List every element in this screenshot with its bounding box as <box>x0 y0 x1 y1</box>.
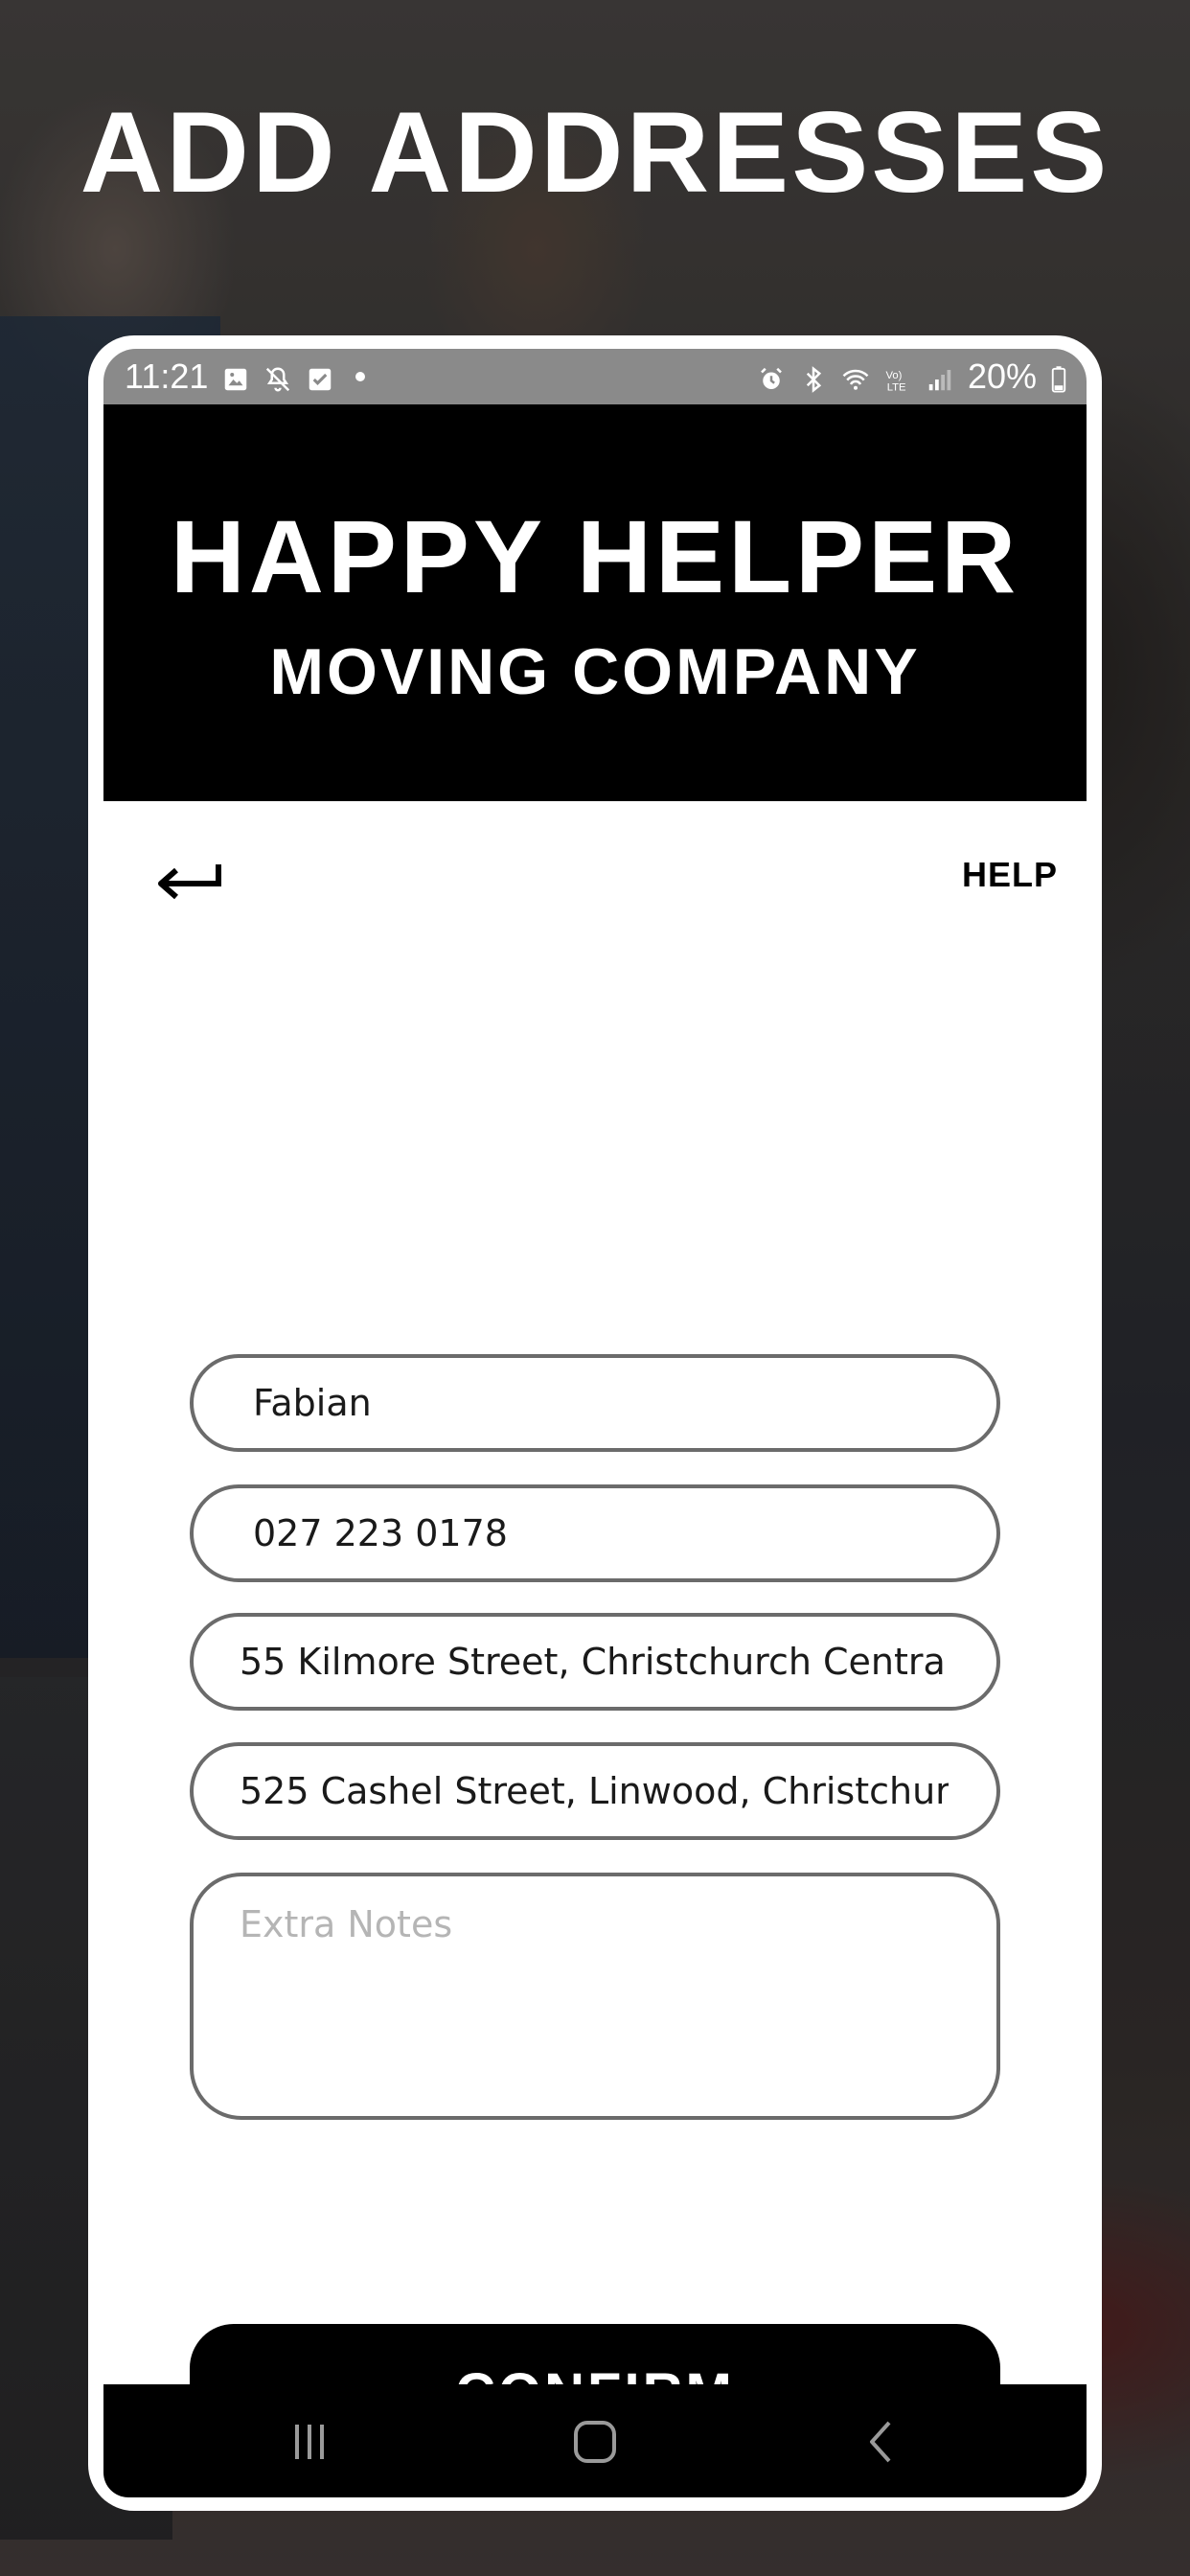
svg-text:LTE: LTE <box>887 381 906 393</box>
checkbox-icon <box>306 362 334 391</box>
status-left: 11:21 <box>125 356 366 397</box>
phone-frame: 11:21 Vo) LTE 20% HAPPY HELPER MOVING CO… <box>88 335 1102 2511</box>
pickup-address-input[interactable] <box>240 1641 949 1683</box>
alarm-icon <box>757 362 786 391</box>
phone-screen: 11:21 Vo) LTE 20% HAPPY HELPER MOVING CO… <box>103 349 1087 2497</box>
status-bar: 11:21 Vo) LTE 20% <box>103 349 1087 404</box>
volte-icon: Vo) LTE <box>883 362 912 394</box>
banner-subtitle: MOVING COMPANY <box>269 635 921 708</box>
banner-title: HAPPY HELPER <box>170 498 1020 614</box>
battery-level: 20% <box>967 356 1037 396</box>
image-icon <box>221 362 250 391</box>
dropoff-address-input[interactable] <box>240 1770 949 1812</box>
dot-icon <box>355 372 366 381</box>
svg-text:Vo): Vo) <box>885 370 902 381</box>
phone-input[interactable] <box>241 1512 949 1554</box>
notifications-off-icon <box>263 362 292 392</box>
name-field[interactable] <box>190 1354 1000 1452</box>
status-right: Vo) LTE 20% <box>757 356 1067 397</box>
wifi-icon <box>841 362 870 391</box>
company-banner: HAPPY HELPER MOVING COMPANY <box>103 404 1087 801</box>
bluetooth-icon <box>799 362 828 393</box>
system-home-button[interactable] <box>561 2413 629 2471</box>
page-title: ADD ADDRESSES <box>80 88 1110 217</box>
return-arrow-icon <box>158 864 221 900</box>
battery-icon <box>1050 362 1067 393</box>
dropoff-address-field[interactable] <box>190 1742 1000 1840</box>
name-input[interactable] <box>241 1382 949 1424</box>
home-circle-icon <box>574 2421 616 2463</box>
recent-apps-icon <box>295 2425 324 2459</box>
help-link[interactable]: HELP <box>962 855 1058 895</box>
status-time: 11:21 <box>125 356 209 396</box>
system-back-button[interactable] <box>847 2413 914 2471</box>
extra-notes-field[interactable] <box>190 1873 1000 2120</box>
system-nav-bar <box>103 2384 1087 2497</box>
recent-apps-button[interactable] <box>276 2413 343 2471</box>
extra-notes-textarea[interactable] <box>240 1903 949 2095</box>
back-chevron-icon <box>870 2421 891 2463</box>
back-button[interactable] <box>151 847 228 914</box>
signal-icon <box>926 362 954 391</box>
pickup-address-field[interactable] <box>190 1613 1000 1711</box>
phone-field[interactable] <box>190 1484 1000 1582</box>
